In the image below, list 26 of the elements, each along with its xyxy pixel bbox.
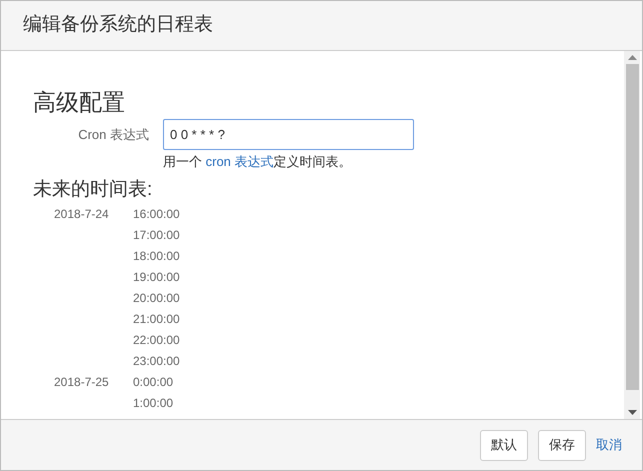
help-link[interactable]: cron 表达式: [206, 154, 274, 169]
schedule-date: 2018-7-24: [54, 207, 109, 221]
schedule-time: 18:00:00: [133, 248, 180, 265]
section-heading: 高级配置: [33, 88, 125, 117]
schedule-time: 21:00:00: [133, 311, 180, 328]
schedule-time: 19:00:00: [133, 269, 180, 286]
scroll-up-icon[interactable]: [628, 55, 636, 60]
schedule-time: 16:00:00: [133, 206, 180, 223]
schedule-heading: 未来的时间表:: [33, 178, 152, 202]
scrollbar[interactable]: [624, 51, 640, 419]
field-label: Cron 表达式: [77, 126, 150, 144]
schedule-time: 17:00:00: [133, 227, 180, 244]
cron-input[interactable]: 0 0 * * * ?: [163, 119, 414, 150]
schedule-time: 20:00:00: [133, 290, 180, 307]
schedule-date: 2018-7-25: [54, 375, 109, 389]
schedule-time: 1:00:00: [133, 395, 174, 412]
scrollbar-thumb[interactable]: [626, 64, 638, 390]
scroll-down-icon[interactable]: [628, 410, 636, 415]
help-text: 用一个 cron 表达式定义时间表。: [163, 153, 352, 171]
schedule-time: 23:00:00: [133, 353, 180, 370]
schedule-time: 0:00:00: [133, 374, 174, 391]
schedule-time: 22:00:00: [133, 332, 180, 349]
button[interactable]: 保存: [538, 430, 586, 460]
window-title: 编辑备份系统的日程表: [23, 13, 213, 38]
button[interactable]: 默认: [480, 430, 528, 460]
cancel-link[interactable]: 取消: [596, 435, 622, 455]
